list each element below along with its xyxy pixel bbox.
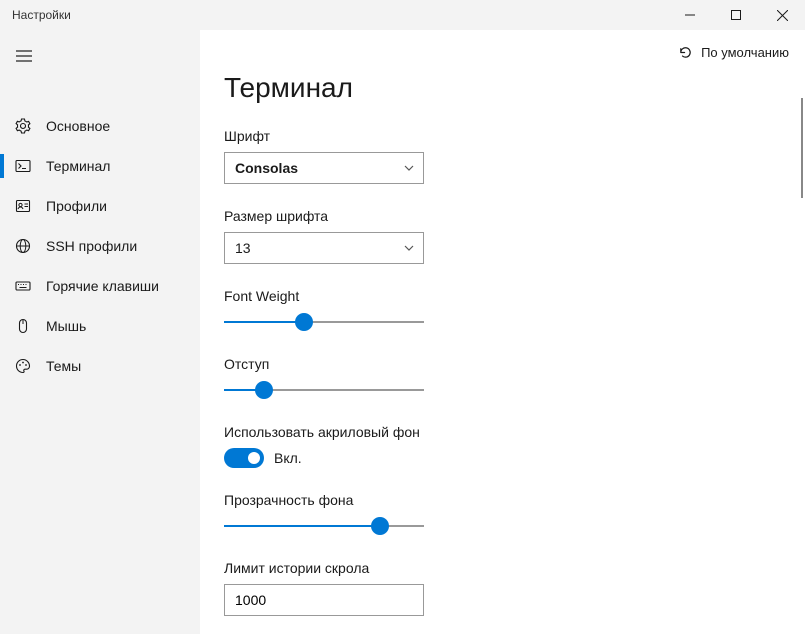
terminal-icon [14, 157, 32, 175]
mouse-icon [14, 317, 32, 335]
font-weight-slider[interactable] [224, 312, 424, 332]
maximize-button[interactable] [713, 0, 759, 30]
toggle-state-label: Вкл. [274, 450, 302, 466]
field-font-size: Размер шрифта 13 [224, 208, 781, 264]
reset-defaults-label: По умолчанию [701, 45, 789, 60]
undo-icon [678, 45, 693, 60]
sidebar-item-label: Горячие клавиши [46, 278, 159, 294]
hamburger-icon [16, 50, 32, 62]
acrylic-toggle[interactable] [224, 448, 264, 468]
sidebar-item-label: Профили [46, 198, 107, 214]
maximize-icon [731, 10, 741, 20]
opacity-slider[interactable] [224, 516, 424, 536]
sidebar-item-label: SSH профили [46, 238, 137, 254]
reset-defaults-button[interactable]: По умолчанию [678, 45, 789, 60]
window-title: Настройки [0, 8, 71, 22]
field-font: Шрифт Consolas [224, 128, 781, 184]
padding-slider[interactable] [224, 380, 424, 400]
sidebar-item-label: Терминал [46, 158, 110, 174]
app-body: Основное Терминал Профили SSH профили Го [0, 30, 805, 634]
page-title: Терминал [200, 72, 805, 104]
field-label: Прозрачность фона [224, 492, 781, 508]
field-label: Font Weight [224, 288, 781, 304]
font-size-select-value: 13 [235, 240, 251, 256]
hamburger-button[interactable] [0, 36, 48, 76]
field-label: Лимит истории скрола [224, 560, 781, 576]
sidebar-item-themes[interactable]: Темы [0, 346, 200, 386]
field-scroll-limit: Лимит истории скрола [224, 560, 781, 616]
sidebar-item-label: Основное [46, 118, 110, 134]
font-select-value: Consolas [235, 160, 298, 176]
slider-fill [224, 525, 380, 527]
sidebar-item-label: Мышь [46, 318, 86, 334]
profiles-icon [14, 197, 32, 215]
settings-scroll[interactable]: Шрифт Consolas Размер шрифта 13 Font Wei… [200, 128, 805, 634]
chevron-down-icon [403, 242, 415, 254]
content: По умолчанию Терминал Шрифт Consolas Раз… [200, 30, 805, 634]
sidebar-item-profiles[interactable]: Профили [0, 186, 200, 226]
minimize-button[interactable] [667, 0, 713, 30]
chevron-down-icon [403, 162, 415, 174]
sidebar-item-ssh-profiles[interactable]: SSH профили [0, 226, 200, 266]
field-label: Отступ [224, 356, 781, 372]
slider-thumb[interactable] [295, 313, 313, 331]
slider-fill [224, 321, 304, 323]
field-acrylic: Использовать акриловый фон Вкл. [224, 424, 781, 468]
font-size-select[interactable]: 13 [224, 232, 424, 264]
content-header: По умолчанию [200, 30, 805, 74]
sidebar-item-mouse[interactable]: Мышь [0, 306, 200, 346]
field-label: Размер шрифта [224, 208, 781, 224]
toggle-knob [248, 452, 260, 464]
sidebar-item-general[interactable]: Основное [0, 106, 200, 146]
field-label: Использовать акриловый фон [224, 424, 781, 440]
gear-icon [14, 117, 32, 135]
keyboard-icon [14, 277, 32, 295]
field-label: Шрифт [224, 128, 781, 144]
globe-icon [14, 237, 32, 255]
palette-icon [14, 357, 32, 375]
sidebar: Основное Терминал Профили SSH профили Го [0, 30, 200, 634]
field-font-weight: Font Weight [224, 288, 781, 332]
field-opacity: Прозрачность фона [224, 492, 781, 536]
scrollbar-thumb[interactable] [801, 98, 803, 198]
slider-thumb[interactable] [255, 381, 273, 399]
sidebar-item-hotkeys[interactable]: Горячие клавиши [0, 266, 200, 306]
sidebar-item-label: Темы [46, 358, 81, 374]
minimize-icon [685, 10, 695, 20]
scroll-limit-input[interactable] [224, 584, 424, 616]
sidebar-item-terminal[interactable]: Терминал [0, 146, 200, 186]
close-button[interactable] [759, 0, 805, 30]
window-controls [667, 0, 805, 30]
titlebar: Настройки [0, 0, 805, 30]
field-padding: Отступ [224, 356, 781, 400]
slider-thumb[interactable] [371, 517, 389, 535]
font-select[interactable]: Consolas [224, 152, 424, 184]
close-icon [777, 10, 788, 21]
